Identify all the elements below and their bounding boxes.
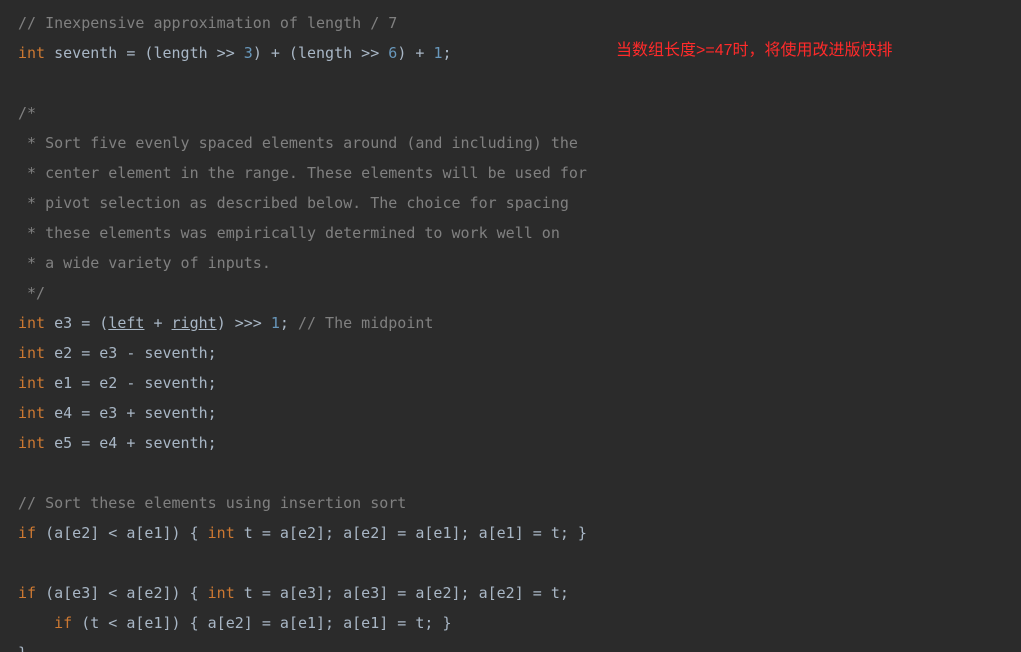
annotation-text: 当数组长度>=47时，将使用改进版快排	[616, 36, 893, 66]
code-text: }	[18, 644, 27, 652]
code-text: (a[e3] < a[e2]) {	[36, 584, 208, 602]
number-literal: 3	[244, 44, 253, 62]
block-comment-line: * a wide variety of inputs.	[18, 254, 271, 272]
code-text: e4 = e3 + seventh;	[45, 404, 217, 422]
code-text: +	[144, 314, 171, 332]
code-text: (a[e2] < a[e1]) {	[36, 524, 208, 542]
keyword-int: int	[208, 524, 235, 542]
code-text: e2 = e3 - seventh;	[45, 344, 217, 362]
block-comment-open: /*	[18, 104, 36, 122]
keyword-int: int	[208, 584, 235, 602]
block-comment-close: */	[18, 284, 45, 302]
code-text: ;	[280, 314, 298, 332]
block-comment-line: * Sort five evenly spaced elements aroun…	[18, 134, 578, 152]
comment-line: // Sort these elements using insertion s…	[18, 494, 406, 512]
code-text: t = a[e2]; a[e2] = a[e1]; a[e1] = t; }	[235, 524, 587, 542]
comment-line: // The midpoint	[298, 314, 433, 332]
block-comment-line: * center element in the range. These ele…	[18, 164, 587, 182]
number-literal: 1	[271, 314, 280, 332]
keyword-int: int	[18, 344, 45, 362]
keyword-int: int	[18, 44, 45, 62]
identifier-right: right	[172, 314, 217, 332]
code-block: 当数组长度>=47时，将使用改进版快排 // Inexpensive approx…	[0, 0, 1021, 652]
code-text: ) +	[397, 44, 433, 62]
block-comment-line: * these elements was empirically determi…	[18, 224, 560, 242]
comment-line: // Inexpensive approximation of length /…	[18, 14, 397, 32]
code-text: e5 = e4 + seventh;	[45, 434, 217, 452]
keyword-if: if	[54, 614, 72, 632]
code-text: t = a[e3]; a[e3] = a[e2]; a[e2] = t;	[235, 584, 569, 602]
number-literal: 6	[388, 44, 397, 62]
code-text: ) + (length >>	[253, 44, 388, 62]
keyword-int: int	[18, 404, 45, 422]
code-text: ) >>>	[217, 314, 271, 332]
keyword-int: int	[18, 314, 45, 332]
block-comment-line: * pivot selection as described below. Th…	[18, 194, 569, 212]
code-text	[18, 614, 54, 632]
code-text: ;	[442, 44, 451, 62]
code-text: e1 = e2 - seventh;	[45, 374, 217, 392]
keyword-if: if	[18, 524, 36, 542]
code-text: (t < a[e1]) { a[e2] = a[e1]; a[e1] = t; …	[72, 614, 451, 632]
identifier-left: left	[108, 314, 144, 332]
code-text: e3 = (	[45, 314, 108, 332]
code-text: seventh = (length >>	[45, 44, 244, 62]
keyword-if: if	[18, 584, 36, 602]
keyword-int: int	[18, 434, 45, 452]
keyword-int: int	[18, 374, 45, 392]
